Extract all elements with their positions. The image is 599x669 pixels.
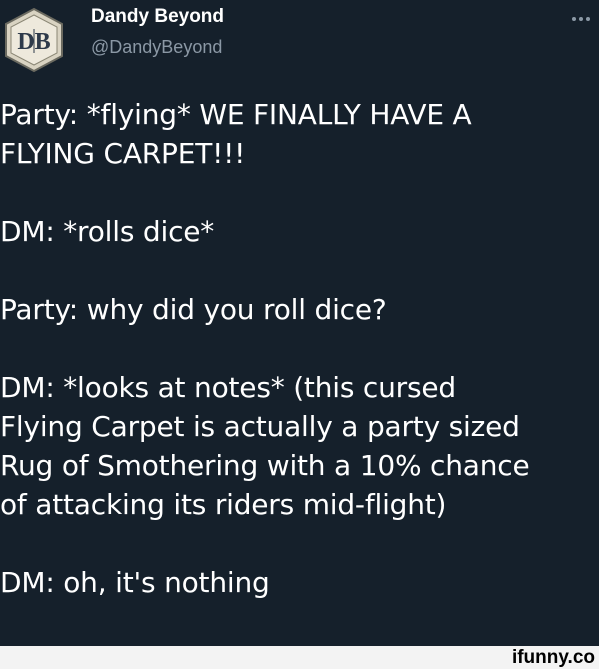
tweet-header: DB Dandy Beyond @DandyBeyond xyxy=(0,0,599,80)
tweet-line: Rug of Smothering with a 10% chance xyxy=(0,449,530,482)
tweet-text: Party: *flying* WE FINALLY HAVE A FLYING… xyxy=(0,95,599,602)
tweet-line: FLYING CARPET!!! xyxy=(0,137,246,170)
more-horizontal-icon[interactable] xyxy=(572,14,596,24)
tweet-card: DB Dandy Beyond @DandyBeyond Party: *fly… xyxy=(0,0,599,669)
tweet-line-spacer xyxy=(0,251,599,290)
more-dot xyxy=(572,17,576,21)
tweet-line: Party: *flying* WE FINALLY HAVE A xyxy=(0,98,472,131)
tweet-line: DM: *rolls dice* xyxy=(0,215,215,248)
tweet-line: DM: *looks at notes* (this cursed xyxy=(0,371,456,404)
watermark-bar: ifunny.co xyxy=(0,646,599,669)
ifunny-watermark: ifunny.co xyxy=(511,647,595,668)
avatar[interactable]: DB xyxy=(2,6,66,74)
author-handle[interactable]: @DandyBeyond xyxy=(91,37,222,58)
tweet-line: Party: why did you roll dice? xyxy=(0,293,387,326)
more-dot xyxy=(579,17,583,21)
dandy-beyond-logo-icon: DB xyxy=(5,7,63,73)
tweet-line-spacer xyxy=(0,329,599,368)
more-dot xyxy=(586,17,590,21)
tweet-line-spacer xyxy=(0,173,599,212)
tweet-line-spacer xyxy=(0,524,599,563)
tweet-line: Flying Carpet is actually a party sized xyxy=(0,410,520,443)
author-name[interactable]: Dandy Beyond xyxy=(91,6,224,28)
tweet-line: DM: oh, it's nothing xyxy=(0,566,270,599)
tweet-line: of attacking its riders mid-flight) xyxy=(0,488,447,521)
